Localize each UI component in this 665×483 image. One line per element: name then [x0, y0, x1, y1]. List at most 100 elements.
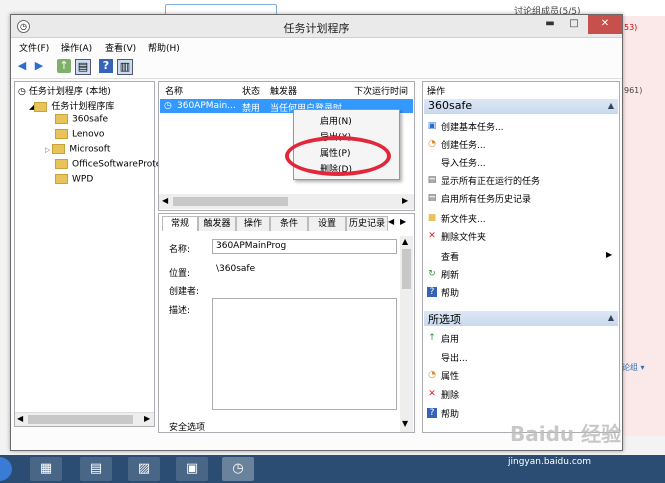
- menu-file[interactable]: 文件(F): [19, 41, 49, 54]
- discuss-group-link[interactable]: 论组 ▾: [622, 362, 645, 373]
- collapse-arrow-icon: ▷: [45, 145, 51, 154]
- horizontal-scrollbar[interactable]: ◀ ▶: [159, 194, 414, 209]
- tree-item-library[interactable]: ◢ 任务计划程序库: [29, 99, 114, 112]
- action-delete[interactable]: 删除: [441, 388, 459, 401]
- show-hide-tree-icon[interactable]: ▤: [75, 59, 91, 75]
- taskbar-window-icon[interactable]: ▣: [176, 457, 208, 481]
- action-enable-history[interactable]: 启用所有任务历史记录: [441, 192, 531, 205]
- action-create-basic-task[interactable]: 创建基本任务...: [441, 120, 504, 133]
- tree-item-root[interactable]: ◷ 任务计划程序 (本地): [18, 84, 111, 97]
- action-help-selected[interactable]: 帮助: [441, 407, 459, 420]
- author-label: 创建者:: [169, 287, 200, 297]
- folder-icon: [52, 144, 66, 154]
- location-label: 位置:: [169, 269, 191, 279]
- up-folder-icon[interactable]: ↑: [57, 59, 71, 73]
- taskbar-task-scheduler-icon[interactable]: ◷: [222, 457, 254, 481]
- tree-item-label: Lenovo: [72, 129, 105, 140]
- collapse-icon[interactable]: ▲: [608, 313, 614, 322]
- section-selected-item[interactable]: 所选项 ▲: [424, 311, 618, 326]
- back-icon[interactable]: ◀: [15, 59, 29, 73]
- description-field[interactable]: [212, 298, 397, 410]
- scroll-up-icon[interactable]: ▲: [402, 237, 408, 246]
- taskbar-chat-icon[interactable]: ▤: [80, 457, 112, 481]
- folder-icon: [55, 174, 68, 184]
- create-task-icon: ◔: [428, 139, 436, 149]
- horizontal-scrollbar[interactable]: ◀ ▶: [15, 412, 154, 426]
- action-new-folder[interactable]: 新文件夹...: [441, 212, 486, 225]
- menu-help[interactable]: 帮助(H): [148, 41, 180, 54]
- scroll-thumb[interactable]: [402, 249, 411, 289]
- action-properties[interactable]: 属性: [441, 369, 459, 382]
- tab-triggers[interactable]: 触发器: [198, 216, 236, 231]
- submenu-arrow-icon: ▶: [606, 250, 613, 259]
- column-header-status[interactable]: 状态: [242, 84, 260, 97]
- scroll-left-icon[interactable]: ◀: [162, 196, 168, 205]
- column-header-next-run[interactable]: 下次运行时间: [354, 84, 408, 97]
- section-title: 所选项: [428, 313, 461, 326]
- tree-item-label: 360safe: [72, 114, 109, 125]
- tab-scroll-left-icon[interactable]: ◀: [388, 217, 394, 226]
- refresh-icon: ↻: [428, 269, 436, 279]
- scroll-thumb[interactable]: [173, 197, 288, 206]
- action-create-task[interactable]: 创建任务...: [441, 138, 486, 151]
- baidu-watermark: Baidu 经验: [510, 422, 622, 446]
- background-sidebar: [620, 16, 665, 436]
- tab-conditions[interactable]: 条件: [270, 216, 308, 231]
- tree-item-wpd[interactable]: WPD: [55, 174, 93, 185]
- menu-action[interactable]: 操作(A): [61, 41, 92, 54]
- context-enable[interactable]: 启用(N): [320, 114, 352, 127]
- column-header-trigger[interactable]: 触发器: [270, 84, 297, 97]
- background-count: 53): [624, 23, 638, 32]
- action-delete-folder[interactable]: 删除文件夹: [441, 230, 486, 243]
- help-icon[interactable]: ?: [99, 59, 113, 73]
- scroll-down-icon[interactable]: ▼: [402, 419, 408, 428]
- tab-general[interactable]: 常规: [162, 216, 198, 231]
- tree-item-360safe[interactable]: 360safe: [55, 114, 108, 125]
- section-360safe[interactable]: 360safe ▲: [424, 99, 618, 114]
- tree-item-lenovo[interactable]: Lenovo: [55, 129, 104, 140]
- start-button[interactable]: [0, 457, 12, 481]
- action-enable[interactable]: 启用: [441, 332, 459, 345]
- scroll-right-icon[interactable]: ▶: [402, 196, 408, 205]
- taskbar-monitor-icon[interactable]: ▨: [128, 457, 160, 481]
- scroll-right-icon[interactable]: ▶: [144, 414, 150, 423]
- minimize-button[interactable]: ▬: [538, 15, 562, 34]
- taskbar-app-manager-icon[interactable]: ▦: [30, 457, 62, 481]
- tab-actions[interactable]: 操作: [236, 216, 270, 231]
- delete-folder-icon: ✕: [428, 231, 436, 241]
- action-help[interactable]: 帮助: [441, 286, 459, 299]
- action-show-running-tasks[interactable]: 显示所有正在运行的任务: [441, 174, 540, 187]
- tree-item-label: WPD: [72, 174, 94, 185]
- tree-item-label: Microsoft: [69, 144, 111, 155]
- action-refresh[interactable]: 刷新: [441, 268, 459, 281]
- name-field[interactable]: 360APMainProg: [212, 239, 397, 254]
- tree-item-officesoftwareprotection[interactable]: OfficeSoftwareProte: [55, 159, 161, 170]
- taskbar: ▦ ▤ ▨ ▣ ◷ jingyan.baidu.com: [0, 455, 665, 483]
- collapse-icon[interactable]: ▲: [608, 101, 614, 110]
- folder-icon: [55, 159, 68, 169]
- name-label: 名称:: [169, 245, 191, 255]
- navigation-tree: ◷ 任务计划程序 (本地) ◢ 任务计划程序库 360safe Lenovo ▷ Mi…: [14, 81, 161, 427]
- action-pane-header: 操作: [427, 87, 446, 97]
- title-bar[interactable]: ◷ 任务计划程序 ▬ □ ✕: [11, 15, 622, 38]
- menu-view[interactable]: 查看(V): [105, 41, 136, 54]
- action-export[interactable]: 导出...: [441, 351, 468, 364]
- folder-icon: [55, 129, 68, 139]
- show-hide-action-pane-icon[interactable]: ▥: [117, 59, 133, 75]
- action-view[interactable]: 查看: [441, 250, 459, 263]
- scroll-left-icon[interactable]: ◀: [17, 414, 23, 423]
- tree-item-microsoft[interactable]: ▷ Microsoft: [45, 144, 110, 155]
- tab-settings[interactable]: 设置: [308, 216, 346, 231]
- background-count: 961): [624, 86, 643, 95]
- tab-scroll-right-icon[interactable]: ▶: [400, 217, 406, 226]
- scroll-thumb[interactable]: [28, 415, 133, 424]
- action-import-task[interactable]: 导入任务...: [441, 156, 486, 169]
- forward-icon[interactable]: ▶: [32, 59, 46, 73]
- column-header-name[interactable]: 名称: [165, 84, 183, 97]
- close-button[interactable]: ✕: [588, 15, 622, 34]
- security-options-label: 安全选项: [169, 423, 206, 433]
- vertical-scrollbar[interactable]: ▲ ▼: [400, 236, 413, 432]
- maximize-button[interactable]: □: [562, 15, 586, 34]
- history-icon: ▤: [427, 193, 437, 203]
- tab-history[interactable]: 历史记录: [346, 216, 388, 231]
